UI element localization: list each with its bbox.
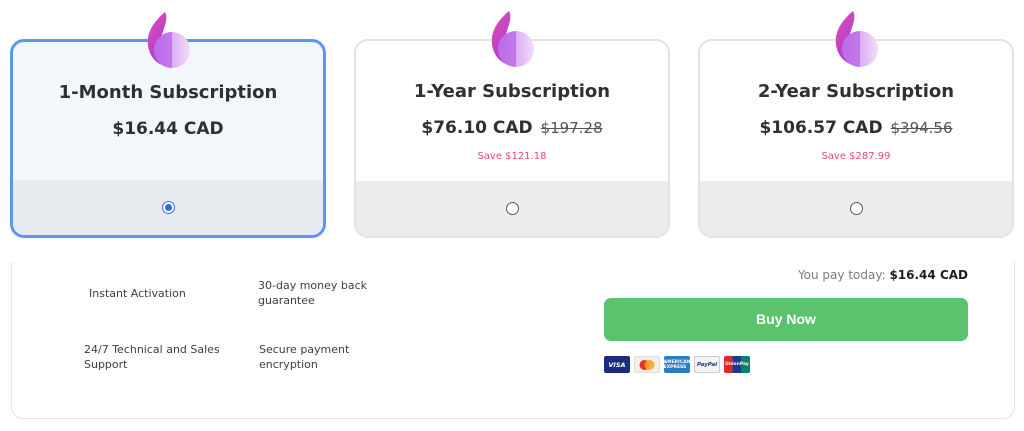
plan-price: $76.10 CAD $197.28 [356, 118, 668, 138]
feature-text-line: guarantee [258, 294, 315, 307]
feature-text: Instant Activation [89, 287, 186, 300]
price-current: $16.44 CAD [112, 119, 224, 139]
plan-title: 2-Year Subscription [757, 81, 955, 102]
product-logo-icon [833, 9, 879, 73]
pay-today-summary: You pay today: $16.44 CAD [798, 268, 968, 282]
plan-price: $106.57 CAD $394.56 [700, 118, 1012, 138]
price-current: $76.10 CAD [421, 118, 533, 138]
unionpay-icon: UnionPay [724, 356, 750, 373]
feature-money-back: 30-day money back guarantee [258, 278, 367, 308]
feature-text-line: encryption [259, 358, 318, 371]
amex-card-icon: AMERICAN EXPRESS [664, 356, 690, 373]
pay-today-amount: $16.44 CAD [889, 268, 968, 282]
paypal-icon: PayPal [694, 356, 720, 373]
plan-title: 1-Month Subscription [58, 82, 278, 103]
plan-card-2-year[interactable]: 2-Year Subscription $106.57 CAD $394.56 … [698, 39, 1014, 238]
feature-text-line: 30-day money back [258, 279, 368, 292]
buy-now-button[interactable]: Buy Now [604, 298, 968, 341]
plan-title: 1-Year Subscription [413, 81, 611, 102]
feature-text-line: Support [84, 358, 128, 371]
plan-card-1-month[interactable]: 1-Month Subscription $16.44 CAD [10, 39, 326, 238]
plan-price: $16.44 CAD [13, 119, 323, 139]
mastercard-icon [634, 356, 660, 373]
payment-methods: VISA AMERICAN EXPRESS PayPal UnionPay [604, 356, 750, 373]
feature-secure-payment: Secure payment encryption [259, 342, 349, 372]
plan-select-area[interactable] [356, 181, 668, 236]
plan-radio-button[interactable] [850, 202, 863, 215]
pay-today-label: You pay today: [797, 268, 886, 282]
feature-instant-activation: Instant Activation [89, 286, 186, 301]
plan-savings: Save $121.18 [477, 151, 547, 162]
price-original: $394.56 [890, 119, 953, 137]
plan-savings: Save $287.99 [821, 151, 891, 162]
plan-card-1-year[interactable]: 1-Year Subscription $76.10 CAD $197.28 S… [354, 39, 670, 238]
product-logo-icon [489, 9, 535, 73]
plan-select-area[interactable] [700, 181, 1012, 236]
plan-radio-button[interactable] [506, 202, 519, 215]
feature-support: 24/7 Technical and Sales Support [84, 342, 220, 372]
plan-select-area[interactable] [13, 180, 323, 235]
price-original: $197.28 [540, 119, 603, 137]
visa-card-icon: VISA [604, 356, 630, 373]
feature-text-line: Secure payment [259, 343, 350, 356]
plan-radio-button[interactable] [162, 201, 175, 214]
feature-text-line: 24/7 Technical and Sales [84, 343, 220, 356]
price-current: $106.57 CAD [759, 118, 883, 138]
product-logo-icon [145, 10, 191, 74]
